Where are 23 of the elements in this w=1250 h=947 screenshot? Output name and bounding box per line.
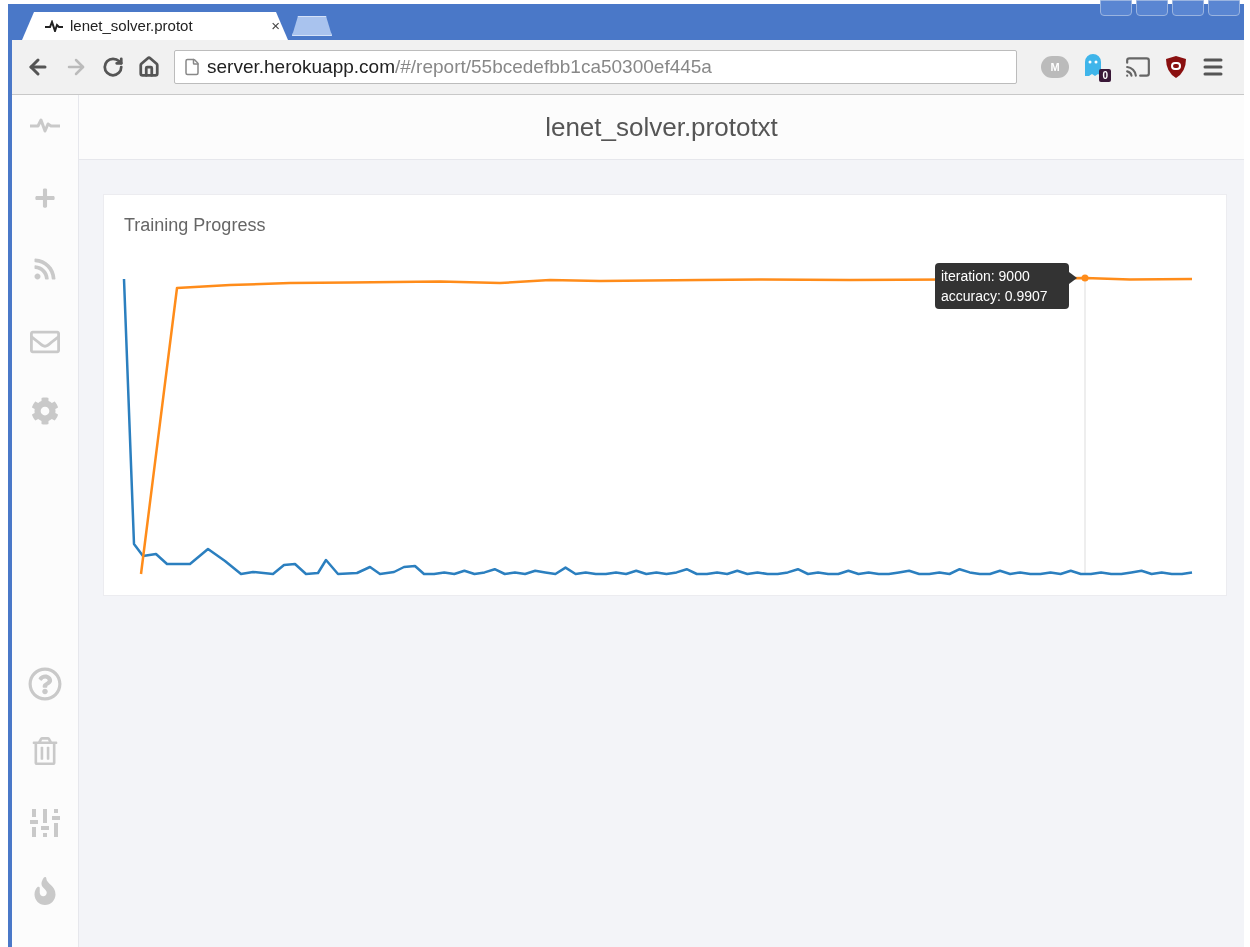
home-icon[interactable] xyxy=(138,56,160,78)
cast-icon[interactable] xyxy=(1125,54,1151,80)
close-button[interactable] xyxy=(1208,0,1240,16)
page-icon xyxy=(183,58,201,76)
shield-icon[interactable] xyxy=(1165,55,1187,79)
card-title: Training Progress xyxy=(124,214,267,237)
tooltip-text: iteration: 9000 xyxy=(941,268,1031,284)
heartbeat-icon xyxy=(44,20,64,32)
window-button[interactable] xyxy=(1100,0,1132,16)
address-bar[interactable]: server.herokuapp.com/#/report/55bcedefbb1ca50300ef445a xyxy=(174,50,1017,84)
reload-icon[interactable] xyxy=(102,56,124,78)
browser-tab[interactable]: lenet_solver.protot × xyxy=(22,12,288,40)
url-text: server.herokuapp.com/#/report/55bcedefbb1ca50300ef445a xyxy=(207,54,712,79)
hover-point xyxy=(1081,274,1089,282)
new-tab-button[interactable] xyxy=(292,16,332,36)
tooltip-text: accuracy: 0.9907 xyxy=(941,288,1049,304)
tab-close-button[interactable]: × xyxy=(271,14,280,38)
count-badge: 0 xyxy=(1099,69,1111,82)
maximize-button[interactable] xyxy=(1172,0,1204,16)
ghost-icon[interactable] xyxy=(1083,52,1103,78)
page-title: lenet_solver.prototxt xyxy=(545,110,778,144)
tab-title: lenet_solver.protot xyxy=(70,15,194,36)
minimize-button[interactable] xyxy=(1136,0,1168,16)
